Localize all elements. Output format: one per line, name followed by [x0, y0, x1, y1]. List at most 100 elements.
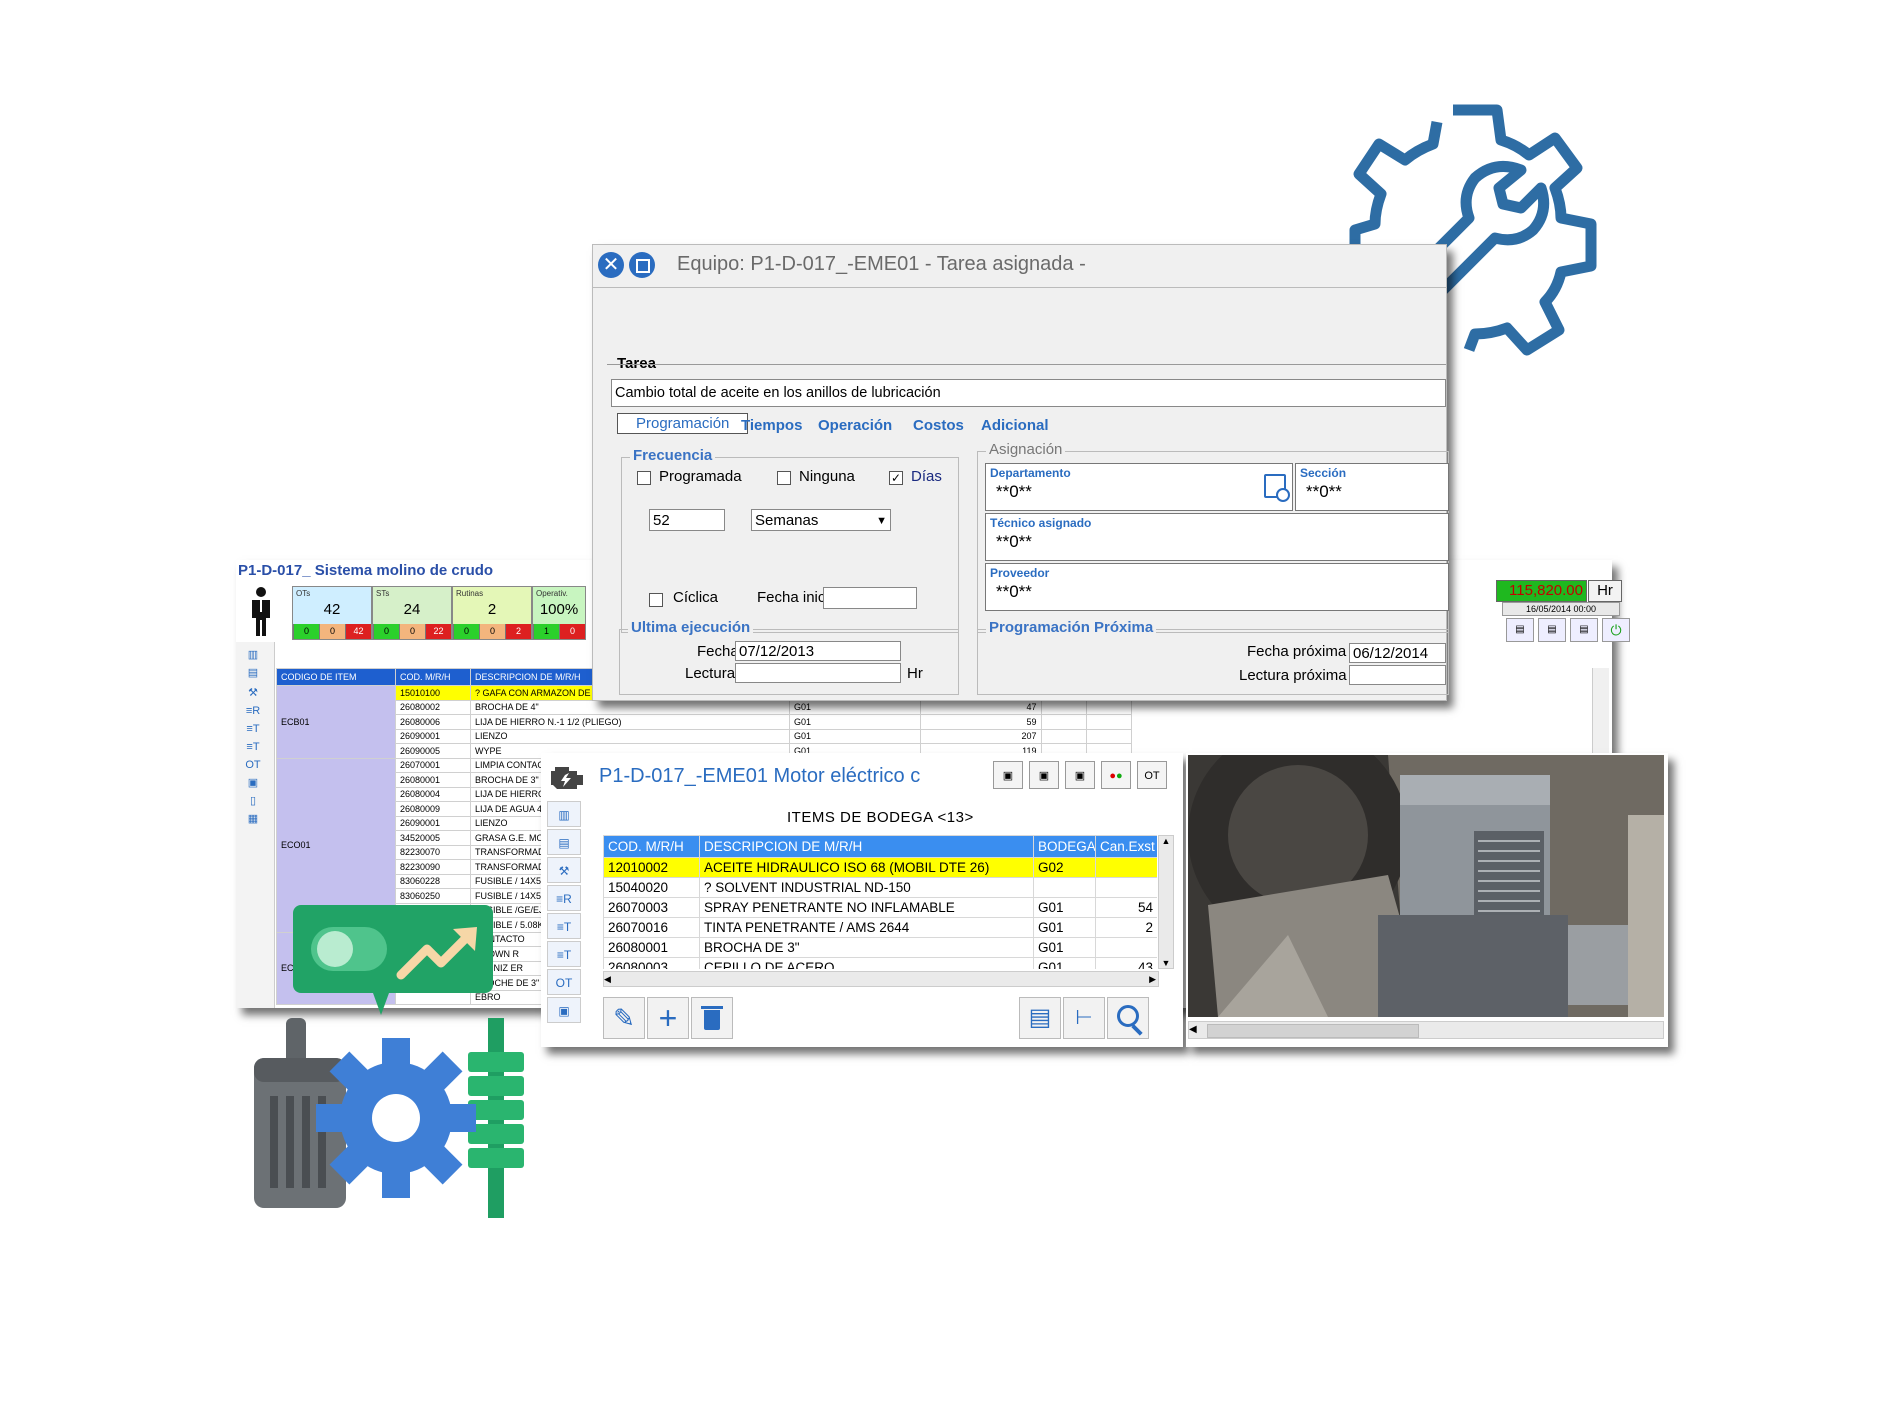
- edit-pencil-icon[interactable]: ✎: [603, 997, 645, 1039]
- box-icon[interactable]: ▣: [240, 774, 266, 792]
- work-order-icon[interactable]: OT: [1137, 761, 1167, 789]
- table-row[interactable]: 26070003 SPRAY PENETRANTE NO INFLAMABLE G0…: [603, 897, 1157, 918]
- tab-adicional[interactable]: Adicional: [981, 417, 1049, 434]
- work-orders-icon[interactable]: OT: [240, 756, 266, 774]
- close-icon[interactable]: ✕: [598, 252, 624, 278]
- fecha-inicio-input[interactable]: [823, 587, 917, 609]
- work-orders-icon[interactable]: OT: [547, 969, 581, 995]
- maximize-icon[interactable]: [629, 252, 655, 278]
- photo-horizontal-scrollbar[interactable]: ◀: [1188, 1021, 1664, 1039]
- column-header[interactable]: CODIGO DE ITEM: [276, 668, 396, 686]
- grid-icon[interactable]: ▦: [240, 810, 266, 828]
- list-icon[interactable]: ▤: [547, 829, 581, 855]
- detail-list-icon[interactable]: ▤: [1019, 997, 1061, 1039]
- report-image-button[interactable]: ▣: [993, 761, 1023, 789]
- table-row[interactable]: 15040020? SOLVENT INDUSTRIAL ND-150: [603, 877, 1157, 898]
- technician-label: Técnico asignado: [990, 516, 1092, 530]
- frequency-number-input[interactable]: 52: [649, 509, 725, 531]
- stat-label: Rutinas: [456, 589, 484, 598]
- table-cell: 26080004: [395, 786, 471, 802]
- task-description-field[interactable]: Cambio total de aceite en los anillos de…: [611, 379, 1446, 407]
- column-header[interactable]: COD. M/R/H: [603, 835, 700, 858]
- tools-icon[interactable]: ⚒: [547, 857, 581, 883]
- next-date-label: Fecha próxima: [1247, 643, 1347, 660]
- add-plus-icon[interactable]: +: [647, 997, 689, 1039]
- table-row[interactable]: 26090001 LIENZO G01 207: [277, 728, 1132, 744]
- table-row[interactable]: 26070016 TINTA PENETRANTE / AMS 2644 G01 2: [603, 917, 1157, 938]
- document-icon[interactable]: ▯: [240, 792, 266, 810]
- tasks-icon[interactable]: ≡T: [547, 913, 581, 939]
- stat-sub-value: 42: [345, 624, 371, 639]
- table-vertical-scrollbar[interactable]: ▲ ▼: [1158, 835, 1174, 969]
- dias-checkbox[interactable]: ✓: [889, 471, 903, 485]
- power-icon[interactable]: ⏻: [1602, 618, 1630, 642]
- column-header[interactable]: BODEGA: [1033, 835, 1096, 858]
- provider-value: **0**: [996, 582, 1032, 601]
- technician-field[interactable]: Técnico asignado **0**: [985, 513, 1449, 561]
- search-magnifier-icon[interactable]: [1107, 997, 1149, 1039]
- table-cell: G01: [1033, 957, 1096, 969]
- stat-box[interactable]: STs 24 0 0 22: [372, 586, 452, 640]
- table-cell: TINTA PENETRANTE / AMS 2644: [699, 917, 1034, 938]
- table-row[interactable]: 26080001 BROCHA DE 3" G01: [603, 937, 1157, 958]
- last-date-input[interactable]: 07/12/2013: [735, 641, 901, 661]
- table-cell: 43: [1095, 957, 1157, 969]
- task-dialog: ✕ Equipo: P1-D-017_-EME01 - Tarea asigna…: [592, 244, 1449, 701]
- next-date-input[interactable]: 06/12/2014: [1349, 643, 1446, 663]
- table-row[interactable]: 26080002 BROCHA DE 4" G01 47: [277, 699, 1132, 715]
- routines-icon[interactable]: ≡R: [240, 702, 266, 720]
- table-cell: 59: [919, 714, 1042, 730]
- table-row[interactable]: 12010002 ACEITE HIDRAULICO ISO 68 (MOBIL …: [603, 857, 1157, 878]
- list-icon[interactable]: ▤: [240, 664, 266, 682]
- report-up-button[interactable]: ▣: [1029, 761, 1059, 789]
- programada-checkbox[interactable]: [637, 471, 651, 485]
- tab-programacion[interactable]: Programación: [617, 413, 749, 434]
- table-cell: LIENZO: [470, 728, 790, 744]
- table-cell: G01: [1033, 897, 1096, 918]
- chart-icon[interactable]: ▥: [547, 801, 581, 827]
- stat-box[interactable]: Operativ. 100% 1 0: [532, 586, 586, 640]
- stat-box[interactable]: OTs 42 0 0 42: [292, 586, 372, 640]
- tools-icon[interactable]: ⚒: [240, 684, 266, 702]
- stat-sub-value: 1: [533, 624, 559, 639]
- stat-box[interactable]: Rutinas 2 0 0 2: [452, 586, 532, 640]
- table-cell: [1033, 877, 1096, 898]
- tasks-alt-icon[interactable]: ≡T: [240, 738, 266, 756]
- report-down-button[interactable]: ▣: [1065, 761, 1095, 789]
- report-button-1[interactable]: ▤: [1506, 618, 1534, 642]
- stat-sub-value: 0: [559, 624, 585, 639]
- section-field[interactable]: Sección **0**: [1295, 463, 1449, 511]
- ninguna-checkbox[interactable]: [777, 471, 791, 485]
- ciclica-checkbox[interactable]: [649, 593, 663, 607]
- department-field[interactable]: Departamento **0**: [985, 463, 1293, 511]
- tree-structure-icon[interactable]: ⊢: [1063, 997, 1105, 1039]
- chart-icon[interactable]: ▥: [240, 646, 266, 664]
- search-list-icon[interactable]: [1264, 474, 1290, 502]
- table-cell: BROCHA DE 4": [470, 699, 790, 715]
- tasks-alt-icon[interactable]: ≡T: [547, 941, 581, 967]
- tasks-icon[interactable]: ≡T: [240, 720, 266, 738]
- stat-label: OTs: [296, 589, 311, 598]
- table-horizontal-scrollbar[interactable]: ◀ ▶: [603, 971, 1159, 987]
- report-button-2[interactable]: ▤: [1538, 618, 1566, 642]
- column-header[interactable]: COD. M/R/H: [395, 668, 471, 686]
- tab-costos[interactable]: Costos: [913, 417, 964, 434]
- table-cell: [1085, 699, 1132, 715]
- dialog-title: Equipo: P1-D-017_-EME01 - Tarea asignada…: [677, 253, 1086, 275]
- frequency-unit-select[interactable]: Semanas ▼: [751, 509, 891, 531]
- table-row[interactable]: 26080003 CEPILLO DE ACERO G01 43: [603, 957, 1157, 969]
- report-button-3[interactable]: ▤: [1570, 618, 1598, 642]
- box-icon[interactable]: ▣: [547, 997, 581, 1023]
- delete-trash-icon[interactable]: [691, 997, 733, 1039]
- provider-field[interactable]: Proveedor **0**: [985, 563, 1449, 611]
- table-row[interactable]: 26080006 LIJA DE HIERRO N.-1 1/2 (PLIEGO)…: [277, 714, 1132, 730]
- next-reading-input[interactable]: [1349, 665, 1446, 685]
- stat-sub-value: 0: [319, 624, 345, 639]
- tab-operacion[interactable]: Operación: [818, 417, 892, 434]
- routines-icon[interactable]: ≡R: [547, 885, 581, 911]
- last-reading-input[interactable]: [735, 663, 901, 683]
- status-lights-icon[interactable]: ●●: [1101, 761, 1131, 789]
- tab-tiempos[interactable]: Tiempos: [741, 417, 802, 434]
- column-header[interactable]: Can.Exst: [1095, 835, 1157, 858]
- column-header[interactable]: DESCRIPCION DE M/R/H: [699, 835, 1034, 858]
